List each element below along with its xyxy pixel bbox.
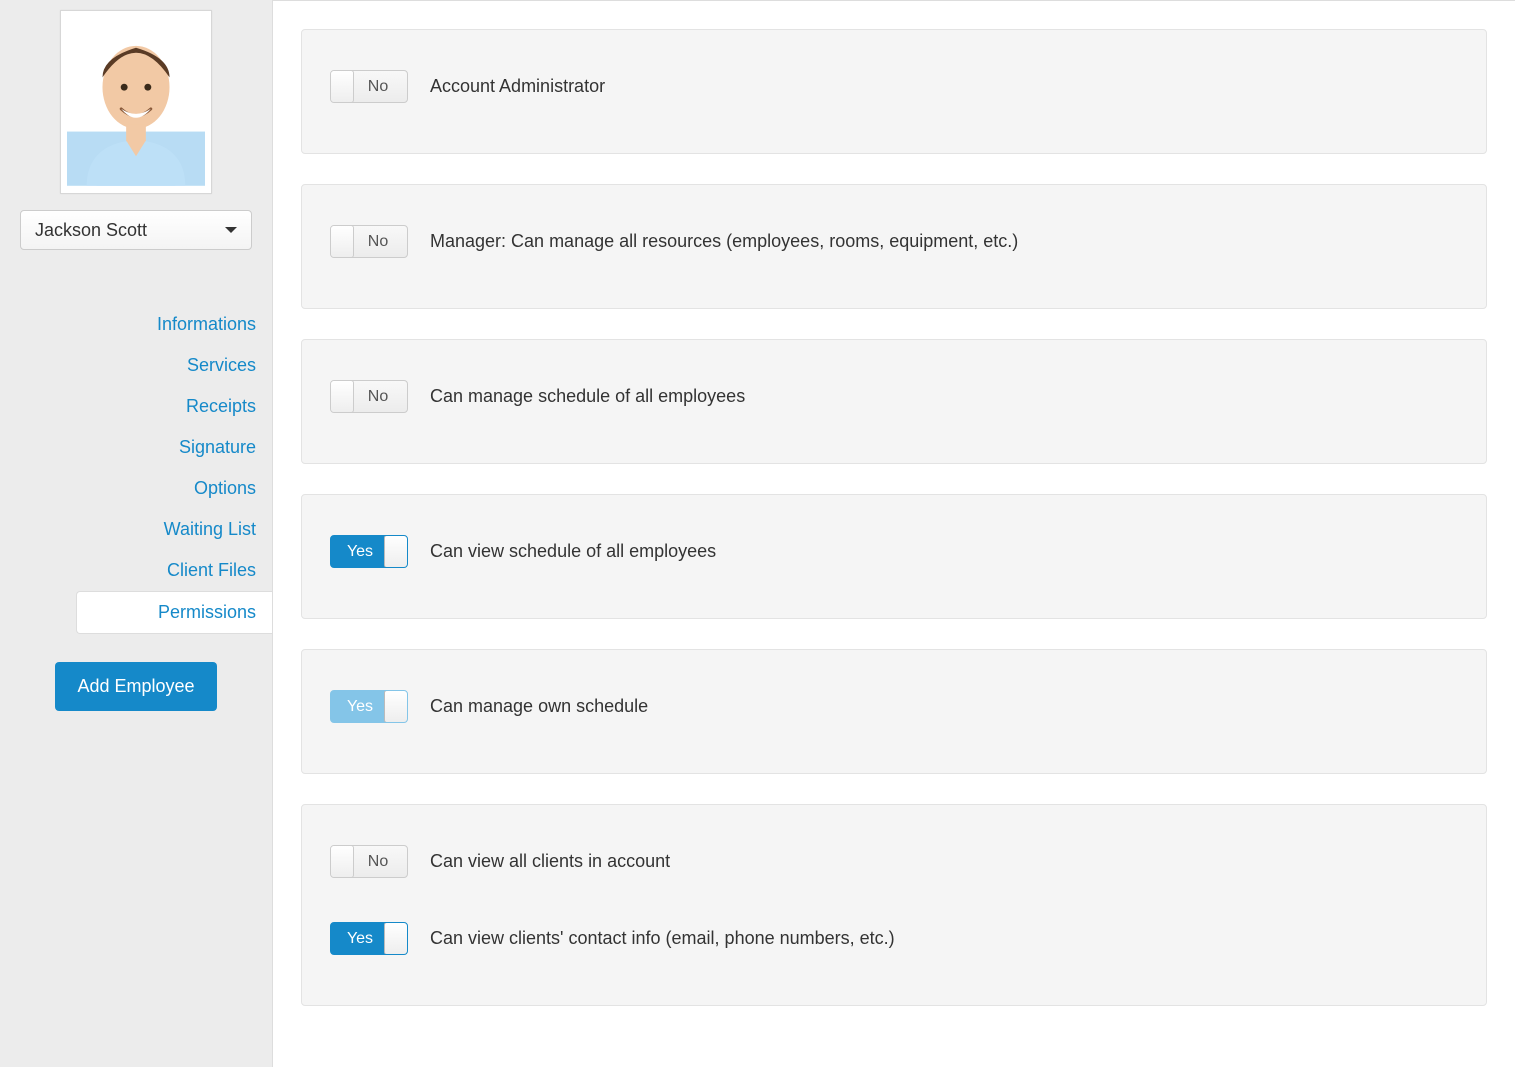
toggle-handle (330, 70, 354, 103)
nav-item-waiting-list[interactable]: Waiting List (0, 509, 256, 550)
nav-item-signature[interactable]: Signature (0, 427, 256, 468)
perm-group-admin: No Account Administrator (301, 29, 1487, 154)
employee-select[interactable]: Jackson Scott (20, 210, 252, 250)
perm-row-manage-own-schedule: Yes Can manage own schedule (330, 690, 1458, 723)
avatar-photo (67, 17, 205, 187)
perm-row-account-admin: No Account Administrator (330, 70, 1458, 103)
add-employee-button[interactable]: Add Employee (55, 662, 216, 711)
toggle-handle (384, 690, 408, 723)
perm-group-manager: No Manager: Can manage all resources (em… (301, 184, 1487, 309)
employee-select-value: Jackson Scott (35, 220, 147, 241)
nav-item-options[interactable]: Options (0, 468, 256, 509)
toggle-account-admin[interactable]: No (330, 70, 408, 103)
nav-item-receipts[interactable]: Receipts (0, 386, 256, 427)
toggle-manager[interactable]: No (330, 225, 408, 258)
toggle-view-all-schedules[interactable]: Yes (330, 535, 408, 568)
perm-group-manage-own-schedule: Yes Can manage own schedule (301, 649, 1487, 774)
perm-label: Can view clients' contact info (email, p… (430, 928, 895, 949)
toggle-view-all-clients[interactable]: No (330, 845, 408, 878)
perm-row-view-all-schedules: Yes Can view schedule of all employees (330, 535, 1458, 568)
toggle-handle (330, 845, 354, 878)
perm-label: Can manage schedule of all employees (430, 386, 745, 407)
perm-label: Account Administrator (430, 76, 605, 97)
nav-item-services[interactable]: Services (0, 345, 256, 386)
perm-label: Can view all clients in account (430, 851, 670, 872)
sidebar: Jackson Scott Informations Services Rece… (0, 0, 272, 1067)
caret-down-icon (225, 227, 237, 233)
perm-label: Manager: Can manage all resources (emplo… (430, 231, 1018, 252)
perm-group-clients: No Can view all clients in account Yes C… (301, 804, 1487, 1006)
nav-item-permissions[interactable]: Permissions (76, 591, 272, 634)
perm-group-manage-all-schedules: No Can manage schedule of all employees (301, 339, 1487, 464)
nav-item-informations[interactable]: Informations (0, 304, 256, 345)
perm-row-view-all-clients: No Can view all clients in account (330, 845, 1458, 878)
nav-item-client-files[interactable]: Client Files (0, 550, 256, 591)
perm-label: Can view schedule of all employees (430, 541, 716, 562)
avatar (60, 10, 212, 194)
perm-row-manage-all-schedules: No Can manage schedule of all employees (330, 380, 1458, 413)
main-panel: No Account Administrator No Manager: Can… (272, 0, 1515, 1067)
toggle-manage-all-schedules[interactable]: No (330, 380, 408, 413)
toggle-handle (384, 535, 408, 568)
sidebar-nav: Informations Services Receipts Signature… (0, 304, 272, 634)
perm-group-view-all-schedules: Yes Can view schedule of all employees (301, 494, 1487, 619)
toggle-handle (330, 380, 354, 413)
perm-label: Can manage own schedule (430, 696, 648, 717)
perm-row-manager: No Manager: Can manage all resources (em… (330, 225, 1458, 258)
toggle-view-client-contact[interactable]: Yes (330, 922, 408, 955)
toggle-handle (384, 922, 408, 955)
perm-row-view-client-contact: Yes Can view clients' contact info (emai… (330, 922, 1458, 955)
toggle-manage-own-schedule: Yes (330, 690, 408, 723)
toggle-handle (330, 225, 354, 258)
